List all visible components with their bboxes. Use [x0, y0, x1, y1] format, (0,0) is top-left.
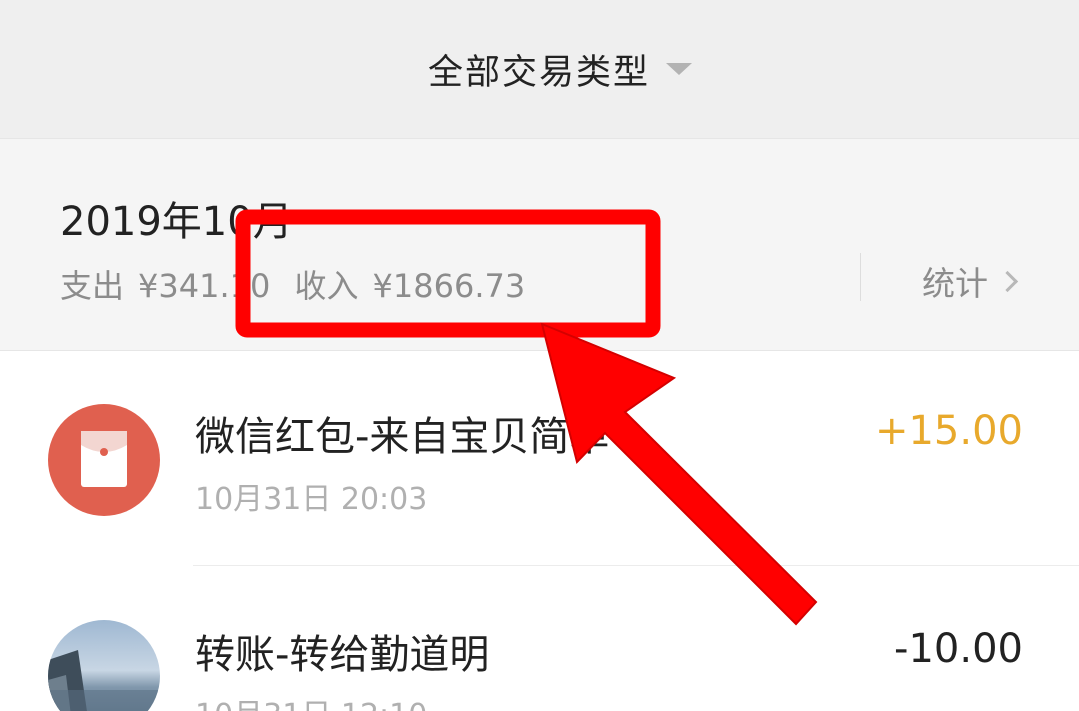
expense-label: 支出	[60, 267, 125, 305]
month-picker-button[interactable]: 2019年10月	[60, 189, 331, 247]
transaction-time: 10月31日 12:10	[195, 690, 427, 711]
transaction-title: 微信红包-来自宝贝简单	[195, 414, 610, 460]
filter-label: 全部交易类型	[428, 52, 651, 93]
photo-scene	[48, 650, 160, 711]
month-summary-header: 2019年10月 支出 ¥341.10 收入 ¥1866.73 统计	[0, 138, 1079, 351]
chevron-right-icon	[996, 270, 1019, 292]
envelope-shape	[81, 431, 127, 487]
caret-down-icon	[666, 63, 693, 75]
month-title: 2019年10月	[60, 199, 293, 245]
transaction-type-filter-button[interactable]: 全部交易类型	[428, 46, 693, 93]
income-value: ¥1866.73	[372, 267, 526, 305]
income-label: 收入	[294, 267, 359, 305]
stats-button[interactable]: 统计	[922, 257, 1019, 305]
transaction-row[interactable]: 转账-转给勤道明 10月31日 12:10 -10.00	[0, 566, 1079, 711]
expense-value: ¥341.10	[138, 267, 271, 305]
transaction-title: 转账-转给勤道明	[195, 632, 490, 678]
red-envelope-icon	[48, 404, 160, 516]
stats-divider	[860, 253, 861, 301]
transaction-time: 10月31日 20:03	[195, 482, 428, 517]
filter-bar: 全部交易类型	[0, 0, 1079, 138]
month-totals: 支出 ¥341.10 收入 ¥1866.73	[60, 261, 539, 307]
transaction-amount: +15.00	[874, 408, 1023, 454]
month-caret-icon	[308, 213, 331, 223]
bill-page: 全部交易类型 2019年10月 支出 ¥341.10 收入 ¥1866.73 统计	[0, 0, 1079, 711]
stats-label: 统计	[922, 264, 988, 303]
user-photo-avatar	[48, 620, 160, 711]
transaction-amount: -10.00	[894, 626, 1023, 672]
transaction-row[interactable]: 微信红包-来自宝贝简单 10月31日 20:03 +15.00	[0, 352, 1079, 565]
envelope-flap-icon	[81, 431, 127, 456]
